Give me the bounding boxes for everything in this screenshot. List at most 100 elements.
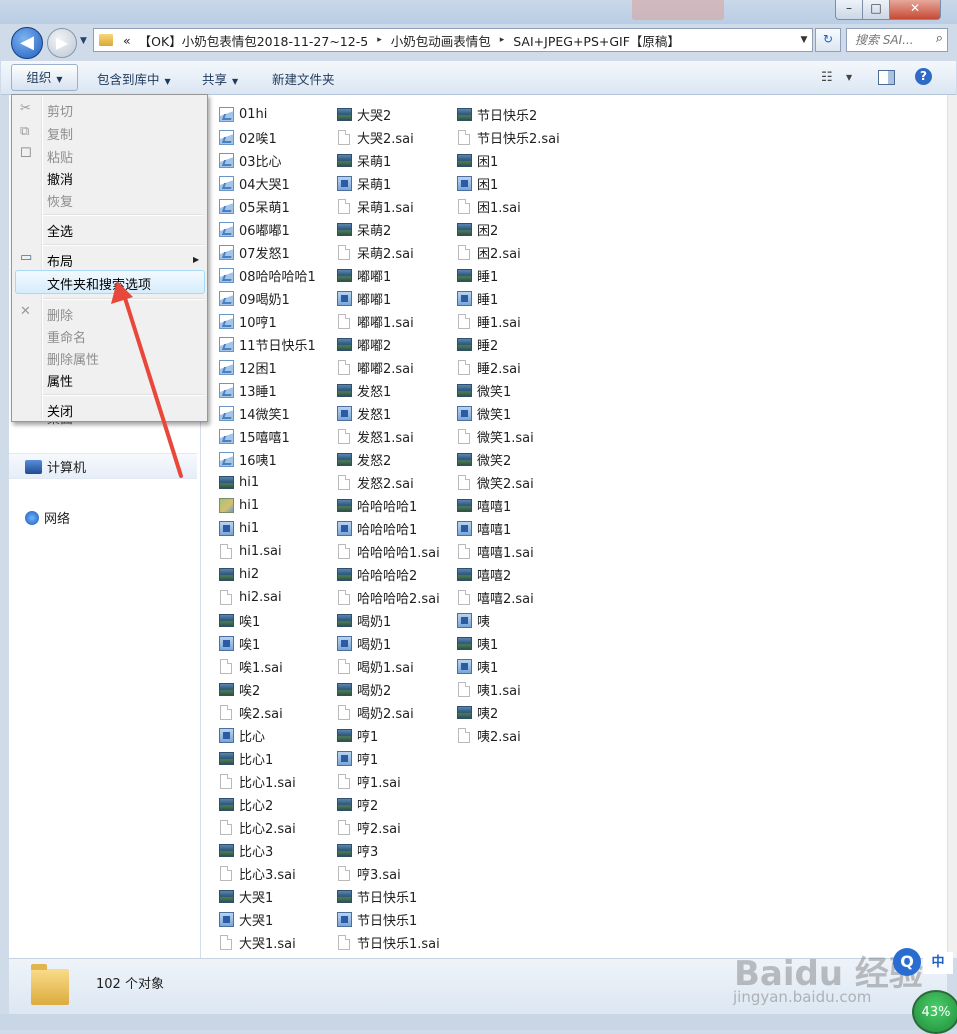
- file-item[interactable]: 睡2: [457, 333, 498, 355]
- file-item[interactable]: 呆萌1: [337, 149, 391, 171]
- file-item[interactable]: 节日快乐1.sai: [337, 931, 440, 953]
- file-item[interactable]: 咦1: [457, 655, 498, 677]
- ime-indicator[interactable]: Q 中: [889, 946, 955, 982]
- file-item[interactable]: 哈哈哈哈1: [337, 494, 417, 516]
- file-item[interactable]: 13睡1: [219, 379, 277, 401]
- close-button[interactable]: ✕: [889, 0, 941, 20]
- file-item[interactable]: 困2: [457, 218, 498, 240]
- file-item[interactable]: 哼1.sai: [337, 770, 401, 792]
- address-bar[interactable]: « 【OK】小奶包表情包2018-11-27~12-5 ▸ 小奶包动画表情包 ▸…: [93, 28, 813, 52]
- file-item[interactable]: 睡2.sai: [457, 356, 521, 378]
- preview-pane-icon[interactable]: [878, 70, 895, 85]
- file-item[interactable]: 比心: [219, 724, 265, 746]
- back-button[interactable]: ◀: [11, 27, 43, 59]
- file-item[interactable]: 哼1: [337, 724, 378, 746]
- search-input[interactable]: [853, 32, 931, 48]
- file-item[interactable]: hi1: [219, 517, 259, 539]
- breadcrumb-item[interactable]: 【OK】小奶包表情包2018-11-27~12-5: [135, 31, 373, 50]
- file-item[interactable]: 05呆萌1: [219, 195, 290, 217]
- forward-button[interactable]: ▶: [47, 28, 77, 58]
- file-item[interactable]: 嘻嘻1: [457, 517, 511, 539]
- file-item[interactable]: 06嘟嘟1: [219, 218, 290, 240]
- file-item[interactable]: 哼3: [337, 839, 378, 861]
- new-folder-button[interactable]: 新建文件夹: [272, 69, 335, 88]
- breadcrumb-separator-icon[interactable]: ▸: [495, 35, 510, 45]
- address-dropdown-icon[interactable]: ▼: [796, 35, 812, 45]
- file-item[interactable]: 节日快乐1: [337, 885, 417, 907]
- file-item[interactable]: 呆萌1: [337, 172, 391, 194]
- file-item[interactable]: 大哭1: [219, 885, 273, 907]
- file-item[interactable]: 微笑1.sai: [457, 425, 534, 447]
- file-item[interactable]: 16咦1: [219, 448, 277, 470]
- file-item[interactable]: 咦1: [457, 632, 498, 654]
- file-item[interactable]: 比心1.sai: [219, 770, 296, 792]
- file-item[interactable]: 唉1.sai: [219, 655, 283, 677]
- file-item[interactable]: 12困1: [219, 356, 277, 378]
- file-item[interactable]: 睡1.sai: [457, 310, 521, 332]
- share-button[interactable]: 共享 ▼: [202, 69, 238, 88]
- search-box[interactable]: ⌕: [846, 28, 948, 52]
- file-item[interactable]: 哼1: [337, 747, 378, 769]
- menu-item-redo[interactable]: 恢复: [47, 191, 73, 210]
- file-item[interactable]: 微笑2.sai: [457, 471, 534, 493]
- menu-item-cut[interactable]: 剪切: [47, 101, 73, 120]
- file-item[interactable]: 咦2: [457, 701, 498, 723]
- file-item[interactable]: 呆萌2: [337, 218, 391, 240]
- file-item[interactable]: hi1: [219, 471, 259, 493]
- file-item[interactable]: 咦: [457, 609, 490, 631]
- file-item[interactable]: 困1: [457, 172, 498, 194]
- menu-item-select-all[interactable]: 全选: [47, 221, 73, 240]
- file-item[interactable]: 唉2.sai: [219, 701, 283, 723]
- maximize-button[interactable]: □: [862, 0, 890, 20]
- file-item[interactable]: 大哭2.sai: [337, 126, 414, 148]
- file-item[interactable]: 10哼1: [219, 310, 277, 332]
- breadcrumb-item[interactable]: SAI+JPEG+PS+GIF【原稿】: [509, 31, 684, 50]
- file-item[interactable]: 喝奶2: [337, 678, 391, 700]
- menu-item-undo[interactable]: 撤消: [47, 169, 73, 188]
- file-item[interactable]: 困1: [457, 149, 498, 171]
- file-item[interactable]: 02唉1: [219, 126, 277, 148]
- file-item[interactable]: 哈哈哈哈2: [337, 563, 417, 585]
- include-in-library-button[interactable]: 包含到库中 ▼: [97, 69, 171, 88]
- file-item[interactable]: 大哭1: [219, 908, 273, 930]
- file-item[interactable]: 比心3: [219, 839, 273, 861]
- menu-item-paste[interactable]: 粘贴: [47, 147, 73, 166]
- file-item[interactable]: 嘻嘻2.sai: [457, 586, 534, 608]
- file-item[interactable]: 大哭1.sai: [219, 931, 296, 953]
- file-item[interactable]: 01hi: [219, 103, 267, 125]
- file-item[interactable]: 哼3.sai: [337, 862, 401, 884]
- file-item[interactable]: 嘟嘟1: [337, 287, 391, 309]
- file-item[interactable]: 比心3.sai: [219, 862, 296, 884]
- file-item[interactable]: 睡1: [457, 264, 498, 286]
- file-item[interactable]: 哼2: [337, 793, 378, 815]
- file-item[interactable]: 嘻嘻2: [457, 563, 511, 585]
- file-item[interactable]: 喝奶1.sai: [337, 655, 414, 677]
- file-item[interactable]: 03比心: [219, 149, 282, 171]
- file-item[interactable]: 嘻嘻1: [457, 494, 511, 516]
- file-item[interactable]: 唉1: [219, 609, 260, 631]
- file-item[interactable]: 困2.sai: [457, 241, 521, 263]
- file-item[interactable]: 嘟嘟2: [337, 333, 391, 355]
- menu-item-close[interactable]: 关闭: [47, 401, 73, 420]
- file-item[interactable]: 11节日快乐1: [219, 333, 316, 355]
- file-item[interactable]: 嘟嘟1.sai: [337, 310, 414, 332]
- menu-item-rename[interactable]: 重命名: [47, 327, 86, 346]
- file-item[interactable]: 比心2.sai: [219, 816, 296, 838]
- file-item[interactable]: 发怒1: [337, 379, 391, 401]
- file-item[interactable]: 微笑1: [457, 379, 511, 401]
- file-item[interactable]: 呆萌1.sai: [337, 195, 414, 217]
- organize-button[interactable]: 组织 ▼: [11, 64, 78, 91]
- file-item[interactable]: 比心2: [219, 793, 273, 815]
- file-item[interactable]: hi1.sai: [219, 540, 282, 562]
- menu-item-folder-and-search-options[interactable]: 文件夹和搜索选项: [47, 274, 151, 293]
- view-options-dropdown-icon[interactable]: ▼: [846, 73, 852, 82]
- file-item[interactable]: 睡1: [457, 287, 498, 309]
- recent-pages-dropdown[interactable]: ▼: [80, 36, 87, 46]
- file-item[interactable]: 哈哈哈哈2.sai: [337, 586, 440, 608]
- file-list[interactable]: 01hi 02唉1 03比心 04大哭1 05呆萌1 06嘟嘟1 07发怒1 08哈哈哈哈1 0…: [201, 95, 947, 958]
- search-icon[interactable]: ⌕: [936, 31, 943, 46]
- menu-item-delete[interactable]: 删除: [47, 305, 73, 324]
- file-item[interactable]: 微笑1: [457, 402, 511, 424]
- file-item[interactable]: 08哈哈哈哈1: [219, 264, 316, 286]
- file-item[interactable]: 14微笑1: [219, 402, 290, 424]
